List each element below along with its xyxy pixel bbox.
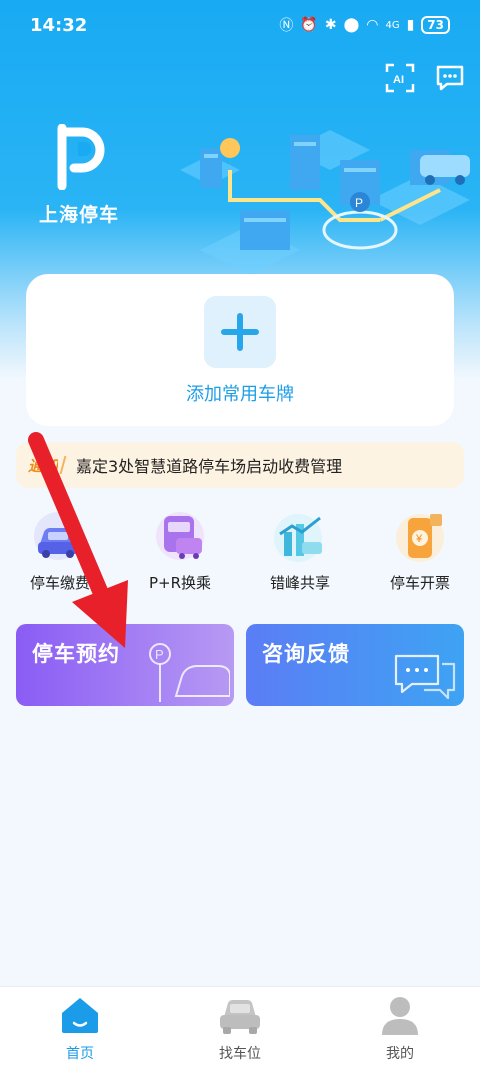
svg-text:¥: ¥	[415, 533, 423, 545]
cell-signal-icon: ▮	[406, 17, 415, 33]
notice-text: 嘉定3处智慧道路停车场启动收费管理	[76, 457, 343, 476]
quick-action-label: 停车缴费	[29, 574, 90, 592]
quick-action-label: 停车开票	[389, 574, 450, 592]
consult-feedback-card[interactable]: 咨询反馈	[246, 624, 464, 706]
ai-scan-button[interactable]: AI	[384, 62, 416, 94]
signal-label: 4G	[385, 19, 400, 31]
tab-find-parking[interactable]: 找车位	[160, 987, 320, 1068]
off-peak-share-icon	[274, 514, 322, 562]
tab-label: 首页	[66, 1046, 94, 1062]
alarm-icon: ⏰	[300, 17, 318, 33]
user-icon	[382, 997, 418, 1035]
add-plate-label[interactable]: 添加常用车牌	[186, 380, 294, 406]
parking-invoice-icon: ¥	[396, 514, 444, 562]
plus-icon	[221, 313, 259, 351]
bluetooth-icon: ✱	[324, 17, 337, 33]
app-logo: 上海停车	[36, 123, 122, 227]
quick-action-label: 错峰共享	[269, 574, 330, 592]
car-icon	[220, 1000, 260, 1034]
parking-reservation-card[interactable]: 停车预约 P	[16, 624, 234, 706]
ai-badge: AI	[393, 74, 404, 86]
status-bar: 14:32 Ⓝ ⏰ ✱ ⬤ ◠ 4G ▮ 73	[0, 0, 480, 50]
svg-text:P: P	[355, 196, 363, 210]
chat-bubbles-icon	[394, 654, 456, 700]
wifi-icon: ◠	[366, 17, 379, 33]
status-time: 14:32	[30, 14, 88, 36]
add-plate-button[interactable]	[204, 296, 276, 368]
tab-home[interactable]: 首页	[0, 987, 160, 1068]
app-name: 上海停车	[38, 204, 119, 226]
notice-bar[interactable]: 通知 嘉定3处智慧道路停车场启动收费管理	[16, 442, 464, 488]
message-icon	[436, 65, 464, 91]
message-button[interactable]	[434, 62, 466, 94]
tab-label: 我的	[386, 1046, 414, 1062]
quick-action-parking-payment[interactable]: 停车缴费	[0, 510, 120, 600]
location-icon: ⬤	[343, 17, 360, 33]
ai-scan-icon: AI	[385, 63, 415, 93]
quick-action-label: P+R换乘	[148, 574, 212, 592]
status-icons: Ⓝ ⏰ ✱ ⬤ ◠ 4G ▮ 73	[279, 15, 450, 35]
reservation-car-icon: P	[149, 643, 230, 702]
notice-tag: 通知	[28, 456, 58, 475]
quick-action-off-peak-share[interactable]: 错峰共享	[240, 510, 360, 600]
add-plate-card: 添加常用车牌	[26, 274, 454, 426]
quick-action-pr-transfer[interactable]: P+R换乘	[120, 510, 240, 600]
battery-indicator: 73	[421, 16, 450, 34]
home-icon	[62, 998, 98, 1033]
bottom-tab-bar: 首页 找车位 我的	[0, 986, 480, 1068]
quick-action-parking-invoice[interactable]: ¥ 停车开票	[360, 510, 480, 600]
quick-actions: 停车缴费 P+R换乘 错峰共享 ¥ 停车开票	[0, 510, 480, 600]
top-actions: AI	[384, 62, 466, 94]
nfc-icon: Ⓝ	[279, 18, 294, 34]
parking-reservation-title: 停车预约	[32, 642, 120, 666]
tab-label: 找车位	[219, 1046, 261, 1062]
bus-transfer-icon	[156, 512, 204, 560]
car-payment-icon	[34, 512, 82, 560]
tab-profile[interactable]: 我的	[320, 987, 480, 1068]
svg-text:P: P	[155, 647, 164, 662]
parking-p-logo-icon	[57, 123, 105, 191]
consult-feedback-title: 咨询反馈	[262, 642, 350, 666]
notice-divider	[59, 456, 67, 474]
